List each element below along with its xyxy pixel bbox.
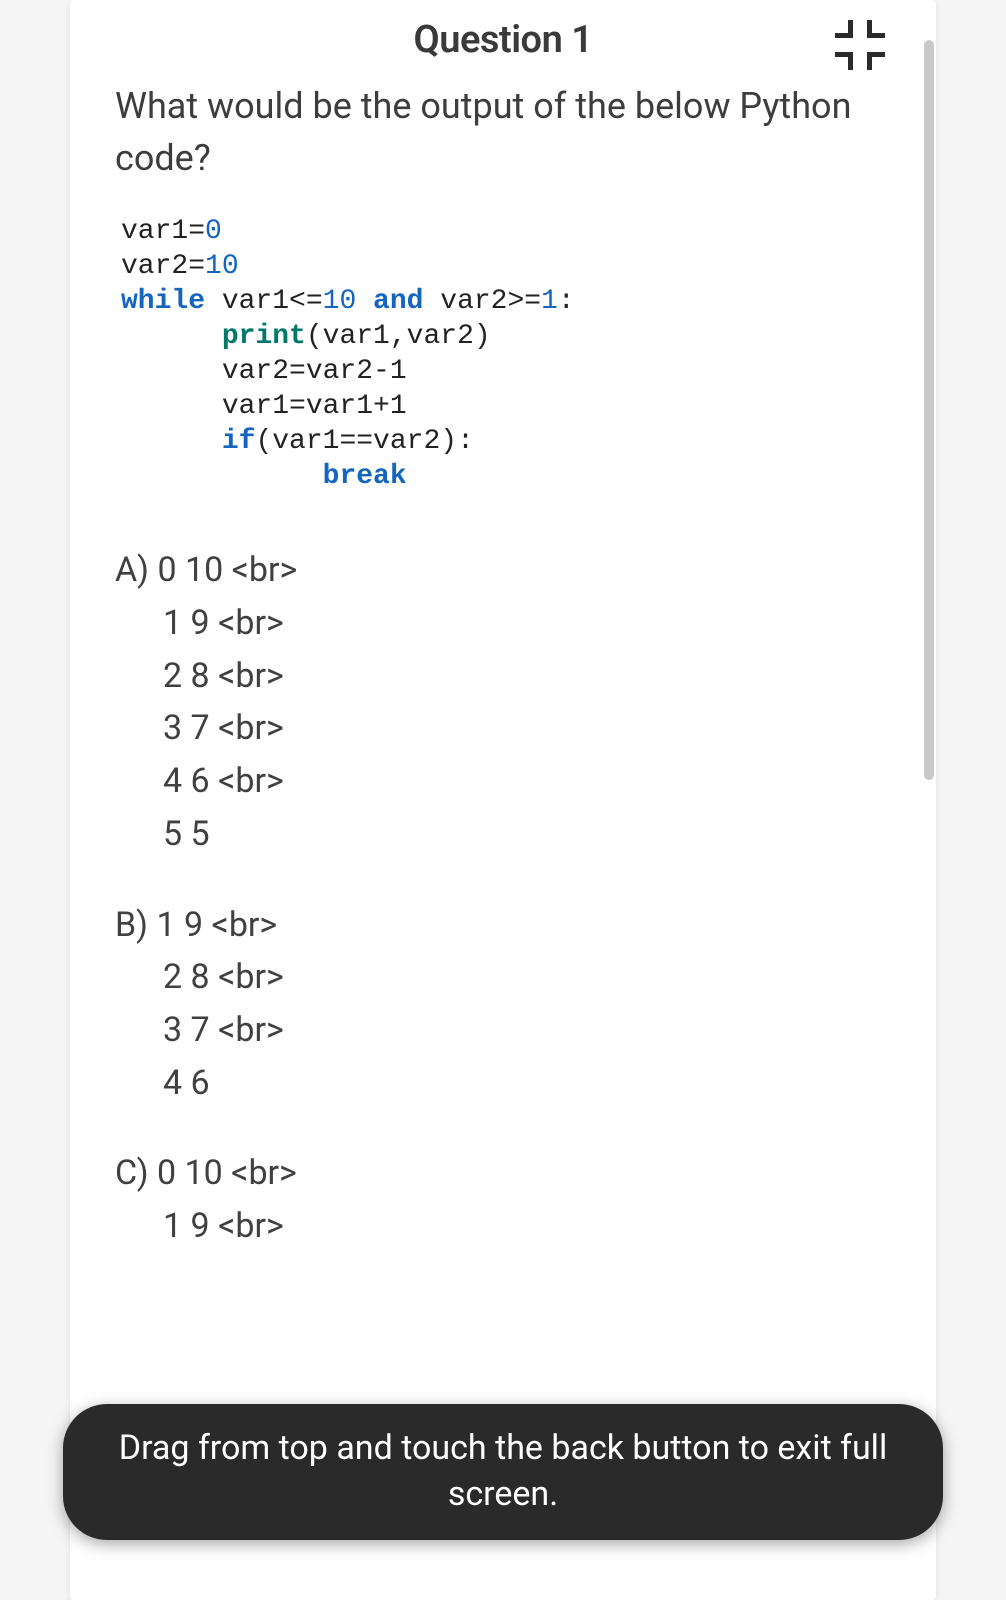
answer-b-line: 3 7 <br> bbox=[115, 1004, 891, 1057]
question-number-title: Question 1 bbox=[414, 18, 593, 62]
question-card: Question 1 What would be the output of t… bbox=[70, 0, 936, 1600]
answer-c-line: 1 9 <br> bbox=[115, 1200, 891, 1253]
answer-option-a[interactable]: A) 0 10 <br> 1 9 <br> 2 8 <br> 3 7 <br> … bbox=[115, 544, 891, 860]
answer-a-line: 4 6 <br> bbox=[115, 755, 891, 808]
answer-a-line: 3 7 <br> bbox=[115, 702, 891, 755]
code-block: var1=0 var2=10 while var1<=10 and var2>=… bbox=[121, 214, 891, 494]
scrollbar-thumb[interactable] bbox=[924, 40, 934, 780]
answer-b-line: 4 6 bbox=[115, 1057, 891, 1110]
answer-option-c[interactable]: C) 0 10 <br> 1 9 <br> bbox=[115, 1147, 891, 1252]
answer-b-label: B) 1 9 <br> bbox=[115, 899, 891, 952]
scrollbar-track[interactable] bbox=[924, 40, 934, 1370]
answer-c-label: C) 0 10 <br> bbox=[115, 1147, 891, 1200]
answer-a-label: A) 0 10 <br> bbox=[115, 544, 891, 597]
header-row: Question 1 bbox=[115, 18, 891, 62]
answer-a-line: 5 5 bbox=[115, 808, 891, 861]
answer-options: A) 0 10 <br> 1 9 <br> 2 8 <br> 3 7 <br> … bbox=[115, 544, 891, 1252]
answer-option-b[interactable]: B) 1 9 <br> 2 8 <br> 3 7 <br> 4 6 bbox=[115, 899, 891, 1110]
fullscreen-exit-toast: Drag from top and touch the back button … bbox=[63, 1404, 943, 1540]
answer-a-line: 1 9 <br> bbox=[115, 597, 891, 650]
answer-a-line: 2 8 <br> bbox=[115, 650, 891, 703]
exit-fullscreen-icon[interactable] bbox=[835, 20, 885, 70]
answer-b-line: 2 8 <br> bbox=[115, 951, 891, 1004]
question-prompt: What would be the output of the below Py… bbox=[115, 80, 891, 184]
